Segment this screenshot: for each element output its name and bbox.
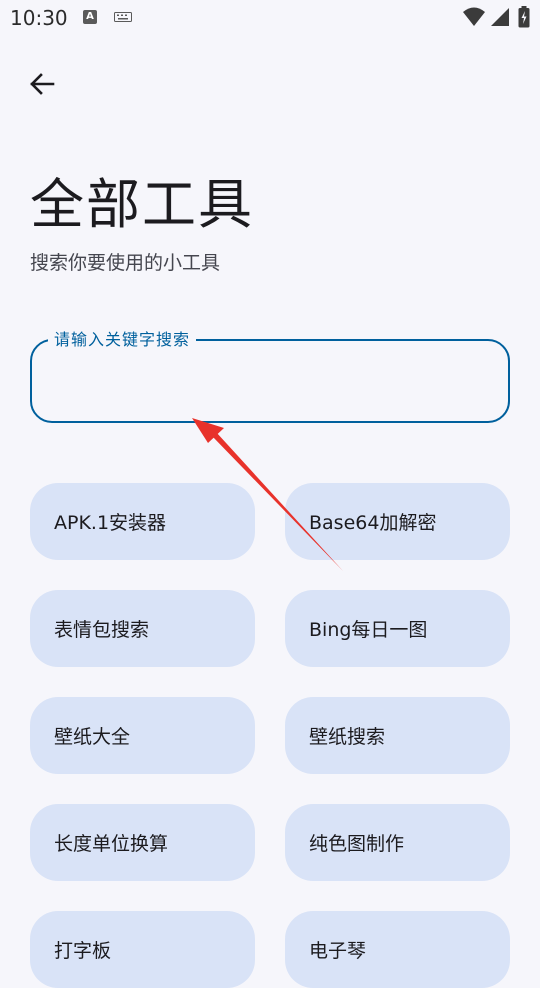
tool-card-label: 电子琴 [309, 940, 367, 962]
tool-card-wallpaper-search[interactable]: 壁纸搜索 [285, 697, 510, 774]
tool-card-solid-color[interactable]: 纯色图制作 [285, 804, 510, 881]
tool-card-bing-daily[interactable]: Bing每日一图 [285, 590, 510, 667]
tool-card-label: 壁纸大全 [54, 726, 131, 748]
tool-card-emoji-search[interactable]: 表情包搜索 [30, 590, 255, 667]
tool-card-typing-board[interactable]: 打字板 [30, 911, 255, 988]
tool-card-wallpapers[interactable]: 壁纸大全 [30, 697, 255, 774]
tool-card-label: 壁纸搜索 [309, 726, 386, 748]
tool-card-apk-installer[interactable]: APK.1安装器 [30, 483, 255, 560]
search-label: 请输入关键字搜索 [48, 329, 197, 351]
page-subtitle: 搜索你要使用的小工具 [30, 252, 221, 274]
search-input[interactable] [56, 362, 490, 404]
page-title: 全部工具 [30, 173, 254, 236]
tool-card-label: Bing每日一图 [309, 619, 428, 641]
back-arrow-icon [30, 73, 55, 95]
battery-icon [518, 6, 530, 28]
tool-card-label: Base64加解密 [309, 512, 437, 534]
tool-card-base64[interactable]: Base64加解密 [285, 483, 510, 560]
text-a-icon: A [83, 10, 97, 24]
back-button[interactable] [22, 64, 62, 104]
tool-card-label: 纯色图制作 [309, 833, 405, 855]
tool-card-label: 长度单位换算 [54, 833, 169, 855]
tool-card-piano[interactable]: 电子琴 [285, 911, 510, 988]
wifi-icon [463, 7, 485, 26]
status-time: 10:30 [10, 6, 68, 30]
signal-icon [491, 8, 509, 26]
tool-card-length-converter[interactable]: 长度单位换算 [30, 804, 255, 881]
status-bar: 10:30 A [0, 0, 540, 36]
tool-card-label: APK.1安装器 [54, 512, 167, 534]
keyboard-icon [114, 12, 132, 22]
tool-card-label: 表情包搜索 [54, 619, 150, 641]
tool-card-label: 打字板 [54, 940, 112, 962]
